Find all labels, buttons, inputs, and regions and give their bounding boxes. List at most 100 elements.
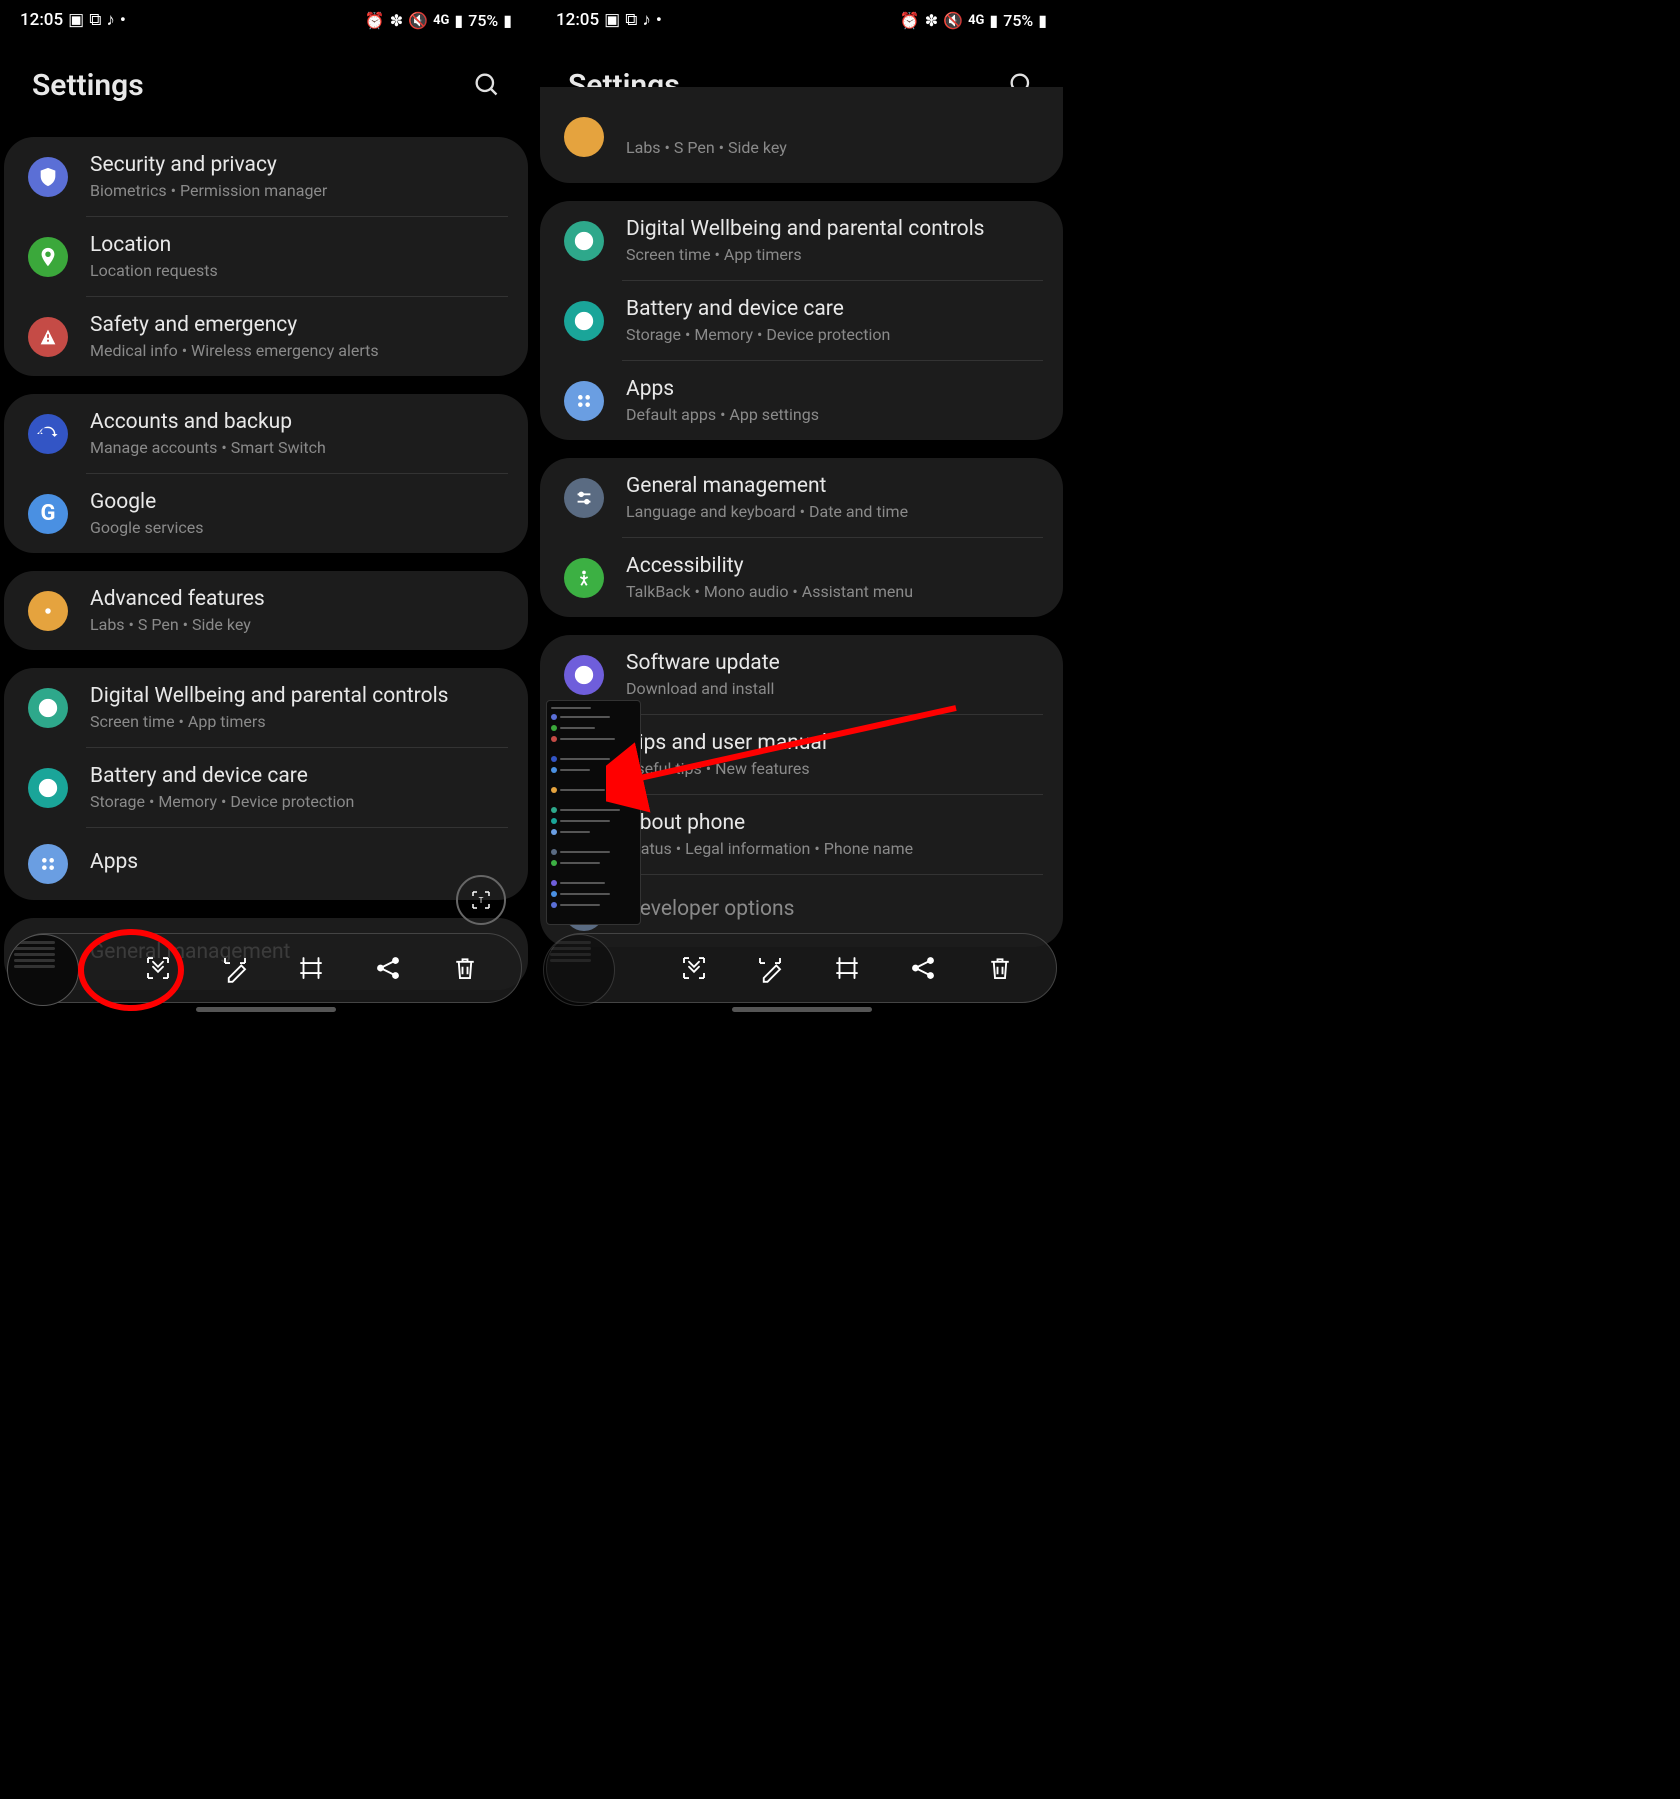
item-sub: Labs • S Pen • Side key	[626, 138, 1043, 157]
settings-group: Accounts and backup Manage accounts • Sm…	[4, 394, 528, 553]
text-extract-fab[interactable]: T	[456, 875, 506, 925]
settings-item-safety[interactable]: Safety and emergency Medical info • Wire…	[4, 297, 528, 376]
delete-button[interactable]	[447, 950, 483, 986]
battery-icon: ▮	[503, 11, 512, 30]
settings-item-security[interactable]: Security and privacy Biometrics • Permis…	[4, 137, 528, 216]
settings-item-battery[interactable]: Battery and device care Storage • Memory…	[4, 748, 528, 827]
alert-icon	[28, 317, 68, 357]
screenshot-icon: ⧉	[89, 10, 101, 30]
heart-icon	[564, 221, 604, 261]
svg-text:T: T	[479, 896, 484, 905]
item-sub: Google services	[90, 518, 508, 537]
item-title: Apps	[626, 377, 1043, 401]
settings-group: General management Language and keyboard…	[540, 458, 1063, 617]
gear-plus-icon	[28, 591, 68, 631]
settings-group: Digital Wellbeing and parental controls …	[4, 668, 528, 900]
settings-group: Security and privacy Biometrics • Permis…	[4, 137, 528, 376]
screenshot-toolbar	[10, 933, 522, 1003]
item-title: Software update	[626, 651, 1043, 675]
settings-item-advanced[interactable]: Labs • S Pen • Side key	[540, 87, 1063, 183]
settings-item-accessibility[interactable]: Accessibility TalkBack • Mono audio • As…	[540, 538, 1063, 617]
settings-item-battery[interactable]: Battery and device care Storage • Memory…	[540, 281, 1063, 360]
nav-handle[interactable]	[196, 1007, 336, 1012]
settings-item-location[interactable]: Location Location requests	[4, 217, 528, 296]
apps-icon	[28, 844, 68, 884]
item-sub: Screen time • App timers	[626, 245, 1043, 264]
settings-item-google[interactable]: G Google Google services	[4, 474, 528, 553]
item-title: Battery and device care	[90, 764, 508, 788]
alarm-icon: ⏰	[900, 11, 920, 30]
image-icon: ▣	[604, 10, 620, 30]
bluetooth-icon: ✽	[390, 11, 403, 30]
item-sub: Status • Legal information • Phone name	[626, 839, 1043, 858]
share-button[interactable]	[370, 950, 406, 986]
care-icon	[564, 301, 604, 341]
item-sub: Manage accounts • Smart Switch	[90, 438, 508, 457]
item-title: Tips and user manual	[626, 731, 1043, 755]
item-title: Accounts and backup	[90, 410, 508, 434]
settings-item-advanced[interactable]: Advanced features Labs • S Pen • Side ke…	[4, 571, 528, 650]
download-icon	[564, 655, 604, 695]
signal-icon: ▮	[454, 11, 463, 30]
settings-header: Settings	[0, 40, 532, 137]
scroll-capture-preview[interactable]	[546, 700, 641, 925]
alarm-icon: ⏰	[365, 11, 385, 30]
settings-group: Labs • S Pen • Side key	[540, 87, 1063, 183]
screenshot-toolbar	[546, 933, 1057, 1003]
item-sub: Storage • Memory • Device protection	[626, 325, 1043, 344]
sliders-icon	[564, 478, 604, 518]
page-title: Settings	[32, 68, 144, 103]
nav-handle[interactable]	[732, 1007, 872, 1012]
screenshot-thumbnail[interactable]	[543, 934, 615, 1006]
share-button[interactable]	[905, 950, 941, 986]
item-title: General management	[626, 474, 1043, 498]
item-sub: Medical info • Wireless emergency alerts	[90, 341, 508, 360]
item-title: About phone	[626, 811, 1043, 835]
edit-button[interactable]	[752, 950, 788, 986]
refresh-icon	[28, 414, 68, 454]
tag-button[interactable]	[293, 950, 329, 986]
settings-group: Digital Wellbeing and parental controls …	[540, 201, 1063, 440]
battery-text: 75%	[468, 11, 498, 30]
settings-item-general[interactable]: General management Language and keyboard…	[540, 458, 1063, 537]
item-sub: Screen time • App timers	[90, 712, 508, 731]
battery-text: 75%	[1003, 11, 1033, 30]
item-title: Accessibility	[626, 554, 1043, 578]
item-sub: Biometrics • Permission manager	[90, 181, 508, 200]
edit-button[interactable]	[217, 950, 253, 986]
settings-item-apps[interactable]: Apps	[4, 828, 528, 900]
phone-right: 12:05 ▣ ⧉ ♪ • ⏰ ✽ 🔇 4G ▮ 75% ▮ Settings	[536, 0, 1067, 1015]
bluetooth-icon: ✽	[925, 11, 938, 30]
item-title: Location	[90, 233, 508, 257]
tag-button[interactable]	[829, 950, 865, 986]
item-sub: Labs • S Pen • Side key	[90, 615, 508, 634]
item-sub: Default apps • App settings	[626, 405, 1043, 424]
gear-plus-icon	[564, 117, 604, 157]
scroll-capture-button[interactable]	[140, 950, 176, 986]
item-title: Google	[90, 490, 508, 514]
search-icon[interactable]	[472, 70, 500, 102]
pin-icon	[28, 237, 68, 277]
item-title: Security and privacy	[90, 153, 508, 177]
settings-item-wellbeing[interactable]: Digital Wellbeing and parental controls …	[4, 668, 528, 747]
settings-item-wellbeing[interactable]: Digital Wellbeing and parental controls …	[540, 201, 1063, 280]
settings-item-apps[interactable]: Apps Default apps • App settings	[540, 361, 1063, 440]
delete-button[interactable]	[982, 950, 1018, 986]
network-4g: 4G	[968, 13, 984, 28]
item-sub: Useful tips • New features	[626, 759, 1043, 778]
person-icon	[564, 558, 604, 598]
settings-item-accounts[interactable]: Accounts and backup Manage accounts • Sm…	[4, 394, 528, 473]
care-icon	[28, 768, 68, 808]
google-icon: G	[28, 494, 68, 534]
apps-icon	[564, 381, 604, 421]
scroll-capture-button[interactable]	[676, 950, 712, 986]
item-title: Digital Wellbeing and parental controls	[626, 217, 1043, 241]
status-time: 12:05	[20, 10, 63, 30]
item-title: Battery and device care	[626, 297, 1043, 321]
item-title: Advanced features	[90, 587, 508, 611]
screenshot-thumbnail[interactable]	[7, 934, 79, 1006]
network-4g: 4G	[433, 13, 449, 28]
signal-icon: ▮	[989, 11, 998, 30]
item-title: Developer options	[626, 897, 1043, 921]
mute-icon: 🔇	[408, 11, 428, 30]
